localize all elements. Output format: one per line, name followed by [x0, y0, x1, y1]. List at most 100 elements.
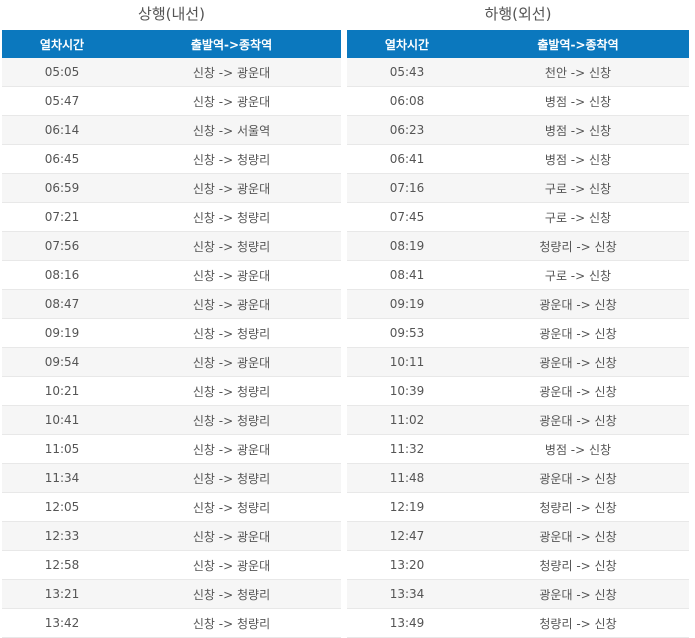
train-time: 11:48 [347, 463, 467, 493]
train-time: 11:05 [2, 434, 122, 464]
train-time: 10:39 [347, 376, 467, 406]
route: 광운대 -> 신창 [467, 463, 689, 493]
train-time: 09:54 [2, 347, 122, 377]
route: 신창 -> 광운대 [122, 521, 341, 551]
train-time: 09:19 [2, 318, 122, 348]
train-time: 08:19 [347, 231, 467, 261]
route: 광운대 -> 신창 [467, 347, 689, 377]
upbound-table: 열차시간 출발역->종착역 05:05 신창 -> 광운대 05:47 신창 -> 광… [2, 30, 341, 638]
table-row: 06:41 병점 -> 신창 [347, 144, 689, 174]
train-time: 10:11 [347, 347, 467, 377]
downbound-table: 열차시간 출발역->종착역 05:43 천안 -> 신창 06:08 병점 -> 신창… [347, 30, 689, 638]
route: 천안 -> 신창 [467, 58, 689, 87]
table-row: 13:49 청량리 -> 신창 [347, 608, 689, 638]
table-row: 11:02 광운대 -> 신창 [347, 405, 689, 435]
table-row: 08:16 신창 -> 광운대 [2, 260, 341, 290]
table-row: 06:14 신창 -> 서울역 [2, 115, 341, 145]
train-time: 12:05 [2, 492, 122, 522]
route: 신창 -> 광운대 [122, 86, 341, 116]
table-row: 06:45 신창 -> 청량리 [2, 144, 341, 174]
downbound-panel: 하행(외선) 열차시간 출발역->종착역 05:43 천안 -> 신창 06:08 병… [347, 0, 689, 638]
table-row: 08:47 신창 -> 광운대 [2, 289, 341, 319]
table-row: 11:32 병점 -> 신창 [347, 434, 689, 464]
train-time: 11:32 [347, 434, 467, 464]
train-time: 06:45 [2, 144, 122, 174]
table-row: 09:19 신창 -> 청량리 [2, 318, 341, 348]
train-time: 13:49 [347, 608, 467, 638]
route: 구로 -> 신창 [467, 260, 689, 290]
train-time: 07:56 [2, 231, 122, 261]
table-row: 06:08 병점 -> 신창 [347, 86, 689, 116]
route: 청량리 -> 신창 [467, 231, 689, 261]
table-row: 12:19 청량리 -> 신창 [347, 492, 689, 522]
route: 신창 -> 청량리 [122, 144, 341, 174]
route: 신창 -> 광운대 [122, 434, 341, 464]
table-row: 13:42 신창 -> 청량리 [2, 608, 341, 638]
route: 신창 -> 서울역 [122, 115, 341, 145]
route: 청량리 -> 신창 [467, 492, 689, 522]
table-row: 10:21 신창 -> 청량리 [2, 376, 341, 406]
route: 광운대 -> 신창 [467, 579, 689, 609]
table-row: 06:23 병점 -> 신창 [347, 115, 689, 145]
table-row: 13:34 광운대 -> 신창 [347, 579, 689, 609]
train-time: 10:21 [2, 376, 122, 406]
upbound-table-body: 05:05 신창 -> 광운대 05:47 신창 -> 광운대 06:14 신창 -> 서… [2, 58, 341, 638]
downbound-table-body: 05:43 천안 -> 신창 06:08 병점 -> 신창 06:23 병점 -> 신창 0… [347, 58, 689, 638]
route: 신창 -> 청량리 [122, 318, 341, 348]
train-time: 12:33 [2, 521, 122, 551]
table-row: 07:45 구로 -> 신창 [347, 202, 689, 232]
train-time: 11:34 [2, 463, 122, 493]
table-row: 05:47 신창 -> 광운대 [2, 86, 341, 116]
downbound-header-route: 출발역->종착역 [467, 30, 689, 58]
train-time: 06:08 [347, 86, 467, 116]
table-row: 11:34 신창 -> 청량리 [2, 463, 341, 493]
table-row: 09:53 광운대 -> 신창 [347, 318, 689, 348]
upbound-header-route: 출발역->종착역 [122, 30, 341, 58]
route: 광운대 -> 신창 [467, 318, 689, 348]
table-row: 10:39 광운대 -> 신창 [347, 376, 689, 406]
train-time: 13:20 [347, 550, 467, 580]
table-row: 08:41 구로 -> 신창 [347, 260, 689, 290]
route: 신창 -> 청량리 [122, 231, 341, 261]
route: 신창 -> 광운대 [122, 347, 341, 377]
train-time: 07:16 [347, 173, 467, 203]
route: 신창 -> 광운대 [122, 550, 341, 580]
table-row: 12:47 광운대 -> 신창 [347, 521, 689, 551]
train-time: 12:47 [347, 521, 467, 551]
downbound-header-time: 열차시간 [347, 30, 467, 58]
upbound-title: 상행(내선) [138, 5, 205, 23]
table-row: 11:48 광운대 -> 신창 [347, 463, 689, 493]
train-time: 07:21 [2, 202, 122, 232]
table-row: 06:59 신창 -> 광운대 [2, 173, 341, 203]
route: 광운대 -> 신창 [467, 289, 689, 319]
upbound-header-time: 열차시간 [2, 30, 122, 58]
train-time: 13:34 [347, 579, 467, 609]
route: 광운대 -> 신창 [467, 521, 689, 551]
table-row: 05:05 신창 -> 광운대 [2, 58, 341, 87]
route: 신창 -> 청량리 [122, 608, 341, 638]
train-time: 13:42 [2, 608, 122, 638]
train-time: 06:41 [347, 144, 467, 174]
train-time: 05:43 [347, 58, 467, 87]
timetable-page: 상행(내선) 열차시간 출발역->종착역 05:05 신창 -> 광운대 05:47… [0, 0, 695, 638]
route: 병점 -> 신창 [467, 434, 689, 464]
route: 신창 -> 청량리 [122, 492, 341, 522]
route: 청량리 -> 신창 [467, 550, 689, 580]
table-row: 12:05 신창 -> 청량리 [2, 492, 341, 522]
upbound-header-row: 열차시간 출발역->종착역 [2, 30, 341, 58]
table-row: 05:43 천안 -> 신창 [347, 58, 689, 87]
train-time: 09:19 [347, 289, 467, 319]
route: 구로 -> 신창 [467, 202, 689, 232]
train-time: 06:23 [347, 115, 467, 145]
route: 신창 -> 광운대 [122, 260, 341, 290]
train-time: 09:53 [347, 318, 467, 348]
train-time: 08:16 [2, 260, 122, 290]
table-row: 13:21 신창 -> 청량리 [2, 579, 341, 609]
train-time: 12:58 [2, 550, 122, 580]
route: 신창 -> 광운대 [122, 58, 341, 87]
table-row: 09:19 광운대 -> 신창 [347, 289, 689, 319]
train-time: 12:19 [347, 492, 467, 522]
route: 신창 -> 광운대 [122, 289, 341, 319]
table-row: 07:21 신창 -> 청량리 [2, 202, 341, 232]
train-time: 10:41 [2, 405, 122, 435]
